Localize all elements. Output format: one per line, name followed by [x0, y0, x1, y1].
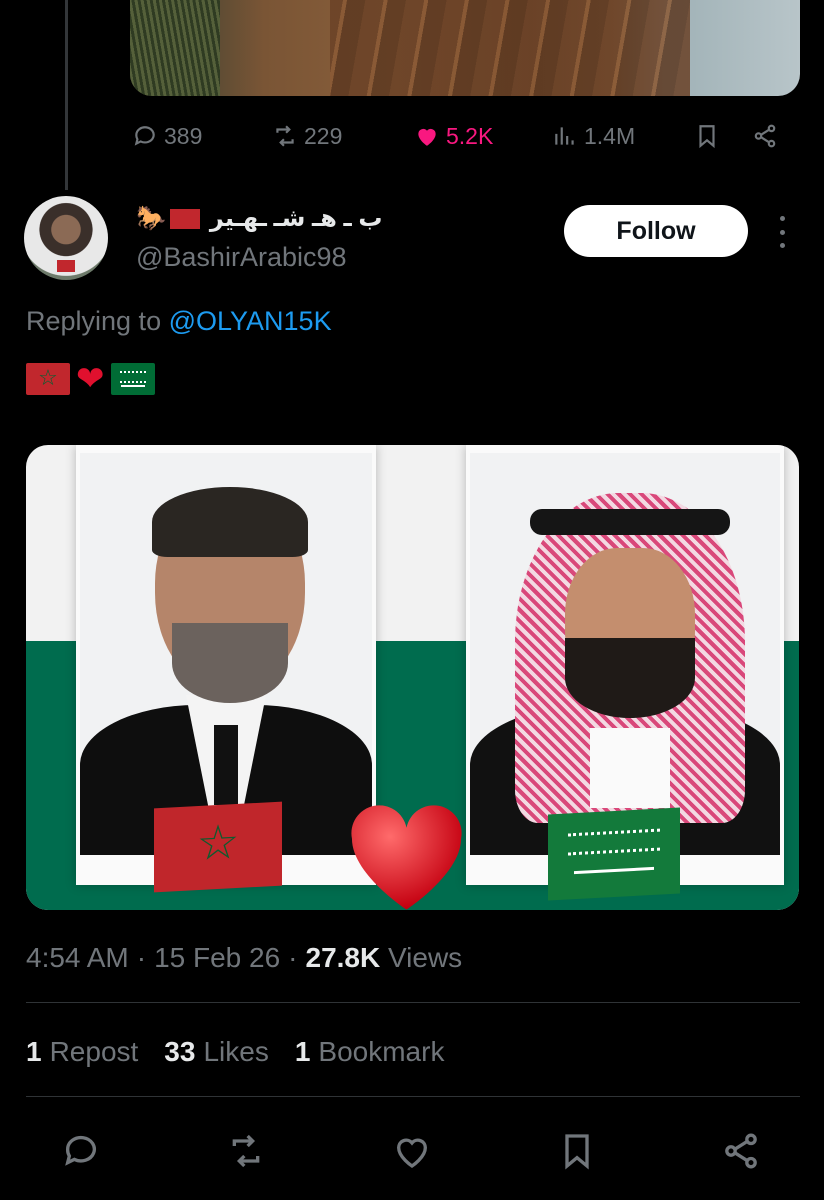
divider	[26, 1096, 800, 1097]
share-icon	[725, 1133, 757, 1169]
repost-icon	[276, 125, 294, 147]
likes-stat-label: Likes	[203, 1036, 269, 1067]
reposts-stat[interactable]: 1 Repost	[26, 1036, 138, 1068]
media-robe	[330, 0, 690, 96]
avatar[interactable]	[24, 196, 108, 280]
parent-share-button[interactable]	[752, 116, 778, 156]
bookmarks-stat-count: 1	[294, 1036, 311, 1067]
views-count: 1.4M	[584, 122, 636, 149]
parent-views-button[interactable]: 1.4M	[552, 116, 635, 156]
portrait-left-beard	[172, 623, 288, 703]
like-icon	[418, 128, 436, 146]
tweet-emoji-text: ❤	[26, 362, 155, 396]
heart-graphic	[351, 805, 462, 910]
portrait-right-beard	[565, 638, 695, 718]
tweet-stats: 1 Repost 33 Likes 1 Bookmark	[26, 1036, 470, 1068]
mention-link[interactable]: @OLYAN15K	[169, 306, 332, 336]
bookmarks-stat[interactable]: 1 Bookmark	[295, 1036, 445, 1068]
divider	[26, 1002, 800, 1003]
follow-button[interactable]: Follow	[564, 205, 748, 257]
share-icon	[754, 124, 776, 148]
display-name-text: ب ـ هـ شـ ـهـير	[209, 205, 383, 232]
reply-button[interactable]	[58, 1128, 104, 1174]
red-heart-emoji: ❤	[76, 360, 105, 398]
thread-line	[65, 0, 68, 190]
saudi-flag-emoji	[110, 363, 155, 395]
views-label: Views	[388, 942, 463, 973]
views-summary: 27.8K Views	[306, 942, 463, 974]
replying-to: Replying to @OLYAN15K	[26, 306, 332, 337]
tweet-time[interactable]: 4:54 AM	[26, 942, 129, 974]
parent-reply-button[interactable]: 389	[132, 116, 202, 156]
portrait-right-agal	[530, 509, 730, 535]
separator-dot: ·	[136, 942, 147, 973]
bookmark-icon	[565, 1134, 589, 1170]
avatar-flag	[57, 260, 75, 272]
share-button[interactable]	[718, 1128, 764, 1174]
bookmark-button[interactable]	[554, 1128, 600, 1174]
likes-stat[interactable]: 33 Likes	[164, 1036, 269, 1068]
bookmarks-stat-label: Bookmark	[318, 1036, 445, 1067]
tweet-action-bar	[0, 1128, 824, 1174]
tweet-timestamp: 4:54 AM · 15 Feb 26 · 27.8K Views	[26, 942, 462, 974]
like-count: 5.2K	[446, 122, 494, 149]
like-icon	[396, 1138, 428, 1168]
repost-count: 229	[304, 122, 343, 149]
parent-repost-button[interactable]: 229	[272, 116, 342, 156]
morocco-flag-emoji	[26, 363, 70, 395]
separator-dot: ·	[288, 942, 298, 973]
parent-bookmark-button[interactable]	[694, 116, 720, 156]
reply-count: 389	[164, 122, 203, 149]
horse-emoji: 🐎	[136, 205, 166, 232]
reposts-stat-label: Repost	[49, 1036, 139, 1067]
portrait-right-collar	[590, 728, 670, 808]
like-button[interactable]	[389, 1128, 435, 1174]
portrait-left-tie	[214, 725, 238, 805]
user-handle[interactable]: @BashirArabic98	[136, 242, 347, 273]
saudi-flag-graphic	[548, 807, 680, 901]
tweet-media-image[interactable]	[26, 445, 799, 910]
likes-stat-count: 33	[164, 1036, 196, 1067]
portrait-right	[470, 453, 780, 855]
views-total: 27.8K	[305, 942, 381, 973]
media-grass	[130, 0, 220, 96]
repost-icon	[232, 1134, 260, 1168]
replying-prefix: Replying to	[26, 306, 162, 336]
tweet-date[interactable]: 15 Feb 26	[154, 942, 280, 974]
reply-icon	[65, 1135, 96, 1166]
display-name[interactable]: 🐎 ب ـ هـ شـ ـهـير	[136, 204, 383, 233]
portrait-left	[80, 453, 372, 855]
reposts-stat-count: 1	[26, 1036, 42, 1067]
reply-icon	[134, 126, 155, 146]
parent-tweet-media[interactable]	[130, 0, 800, 96]
more-icon[interactable]	[770, 212, 794, 252]
views-icon	[555, 127, 574, 145]
portrait-left-hair	[152, 487, 308, 557]
morocco-flag-graphic	[154, 801, 282, 893]
morocco-flag-emoji	[169, 208, 200, 229]
bookmark-icon	[699, 125, 715, 149]
repost-button[interactable]	[223, 1128, 269, 1174]
parent-like-button[interactable]: 5.2K	[414, 116, 493, 156]
